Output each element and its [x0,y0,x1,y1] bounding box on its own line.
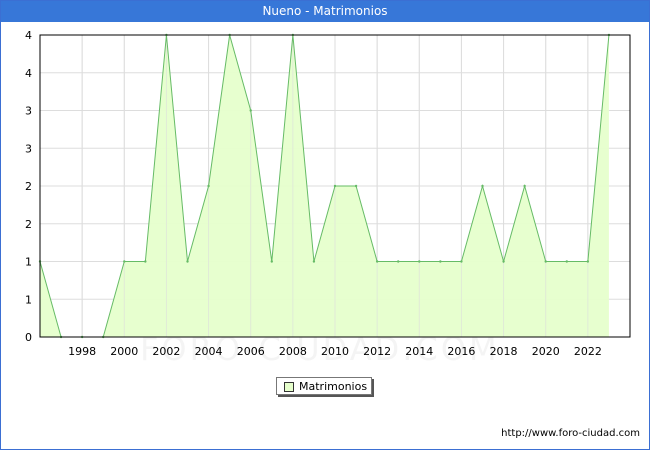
y-tick-label: 1 [25,293,32,306]
data-point [586,260,590,263]
x-tick-label: 2004 [195,345,223,358]
x-tick-label: 2008 [279,345,307,358]
data-point [502,260,505,263]
x-tick-label: 1998 [68,345,96,358]
data-point [523,184,526,188]
y-tick-label: 2 [25,180,32,193]
data-point [481,184,484,188]
x-tick-label: 2020 [532,345,560,358]
x-tick-label: 2014 [405,345,433,358]
data-point [460,260,463,263]
legend: Matrimonios [276,377,372,395]
data-point [207,184,210,188]
data-point [249,109,252,112]
x-tick-label: 2006 [237,345,265,358]
y-tick-label: 4 [25,29,32,42]
data-point [439,260,442,263]
x-tick-label: 2002 [152,345,180,358]
x-tick-label: 2010 [321,345,349,358]
data-point [186,260,189,263]
data-point [144,260,147,263]
y-tick-label: 3 [25,142,32,155]
data-point [544,260,547,263]
data-point [123,260,126,263]
data-point [354,184,358,188]
y-tick-label: 4 [25,67,32,80]
data-point [418,260,421,263]
data-point [397,260,400,263]
data-point [270,260,273,263]
y-tick-label: 0 [25,331,32,344]
x-tick-label: 2016 [447,345,475,358]
y-tick-label: 1 [25,256,32,269]
x-tick-label: 2000 [110,345,138,358]
x-tick-label: 2018 [490,345,518,358]
y-tick-label: 3 [25,105,32,118]
legend-label: Matrimonios [299,380,368,393]
y-tick-label: 2 [25,218,32,231]
legend-swatch [284,382,294,392]
data-point [333,184,337,188]
data-point [565,260,568,263]
source-url: http://www.foro-ciudad.com [501,428,640,439]
x-tick-label: 2022 [574,345,602,358]
data-point [375,260,379,263]
data-point [312,260,316,263]
x-tick-label: 2012 [363,345,391,358]
